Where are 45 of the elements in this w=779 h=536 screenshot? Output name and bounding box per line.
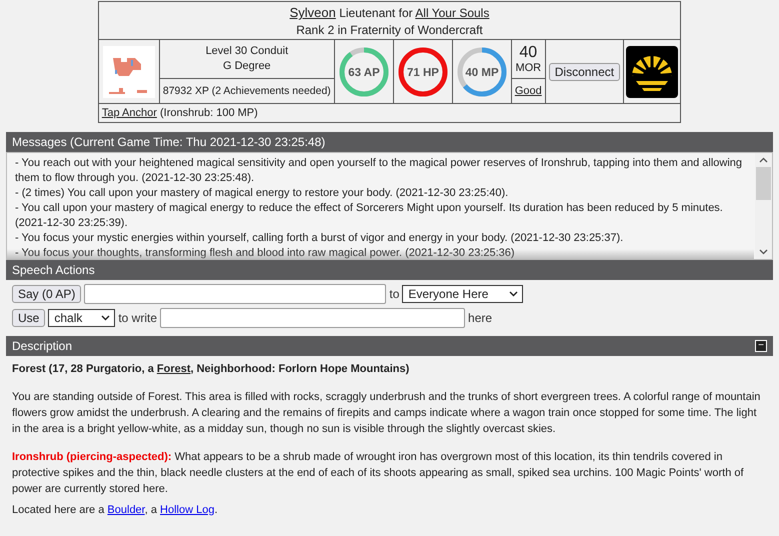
scroll-down-icon[interactable] [759, 249, 768, 255]
caret-icon [509, 291, 518, 297]
rank-text: Rank 2 in Fraternity of Wondercraft [295, 22, 484, 39]
location-title: Forest (17, 28 Purgatorio, a Forest, Neighborhood: Forlorn Hope Mountains) [12, 362, 410, 377]
morale-unit: MOR [515, 62, 542, 74]
xp-text: 87932 XP (2 Achievements needed) [162, 85, 331, 97]
morale-value: 40 [519, 44, 538, 61]
write-input[interactable] [160, 308, 466, 328]
tap-anchor-link[interactable]: Tap Anchor [102, 107, 157, 119]
messages-header: Messages (Current Game Time: Thu 2021-12-30 23:25:48) [6, 132, 773, 152]
message-text: - You call upon your mastery of magical energy to reduce the effect of Sorcerers Might upon yourself. Its duration has been reduced by 5 minutes. (2021-12-30 23:25:39). [15, 201, 724, 231]
forest-link[interactable]: Forest [156, 363, 190, 375]
say-button[interactable]: Say (0 AP) [12, 285, 82, 303]
caret-icon [101, 315, 110, 321]
message-text: - You reach out with your heightened magical sensitivity and open yourself to the magical power reserves of Ironshrub, tapping into them and allowing them to flow through you. (2021-12-30 23:25:48). [15, 156, 744, 186]
scroll-up-icon[interactable] [759, 157, 768, 163]
character-name-link[interactable]: Sylveon [290, 5, 336, 20]
speech-actions-header: Speech Actions [6, 260, 773, 280]
role-text: Lieutenant for [339, 6, 413, 20]
gauge-label: 40 MP [465, 66, 498, 78]
message-text: - You focus your thoughts, transforming flesh and blood into raw magical power. (2021-12-30 23:25:36) [15, 246, 516, 259]
message-text: - (2 times) You call upon your mastery of magical energy to restore your body. (2021-12-30 23:25:40). [15, 186, 510, 201]
recipient-dropdown[interactable]: Everyone Here [402, 285, 524, 303]
to-write-label: to write [118, 311, 158, 325]
speech-input[interactable] [84, 284, 386, 304]
gauge-label: 63 AP [348, 66, 380, 78]
description-header: Description [12, 338, 72, 355]
faction-link[interactable]: All Your Souls [415, 6, 490, 20]
anchor-note: (Ironshrub: 100 MP) [160, 107, 258, 119]
sun-logo-icon [626, 46, 678, 98]
here-label: here [468, 311, 492, 325]
scrollbar[interactable] [755, 153, 772, 259]
item-link[interactable]: Boulder [107, 504, 145, 516]
use-button[interactable]: Use [12, 309, 46, 327]
item-link[interactable]: Hollow Log [160, 504, 214, 516]
collapse-button[interactable]: − [755, 340, 767, 352]
disconnect-button[interactable]: Disconnect [548, 62, 620, 80]
to-label: to [389, 287, 400, 301]
level-text: Level 30 Conduit [204, 44, 290, 59]
feature-description: Ironshrub (piercing-aspected): What appears to be a shrub made of wrought iron has overgrown most of this location, its thin tendrils covered in protective spikes and the thin, black needle clusters at the end of each of its shoots appearing as small, spiked sea urchins. 100 Magic Points' worth of power are currently stored here. [12, 450, 745, 497]
degree-text: G Degree [222, 59, 272, 74]
located-items-text: Located here are a Boulder, a Hollow Log. [12, 503, 219, 518]
area-description: You are standing outside of Forest. This area is filled with rocks, scraggly underbrush and the trunks of short evergreen trees. A colorful range of mountain flowers grow amidst the underbrush. A clearing and the remains of firepits and camps indicate where a wagon train once stopped for some time. The light in the area is a bright yellow-white, as a midday sun, though no sun is visible through the slightly overcast skies. [12, 390, 762, 437]
tool-dropdown[interactable]: chalk [48, 309, 116, 327]
message-text: - You focus your mystic energies within yourself, calling forth a burst of vigor and energy in your body. (2021-12-30 23:25:37). [15, 231, 624, 246]
